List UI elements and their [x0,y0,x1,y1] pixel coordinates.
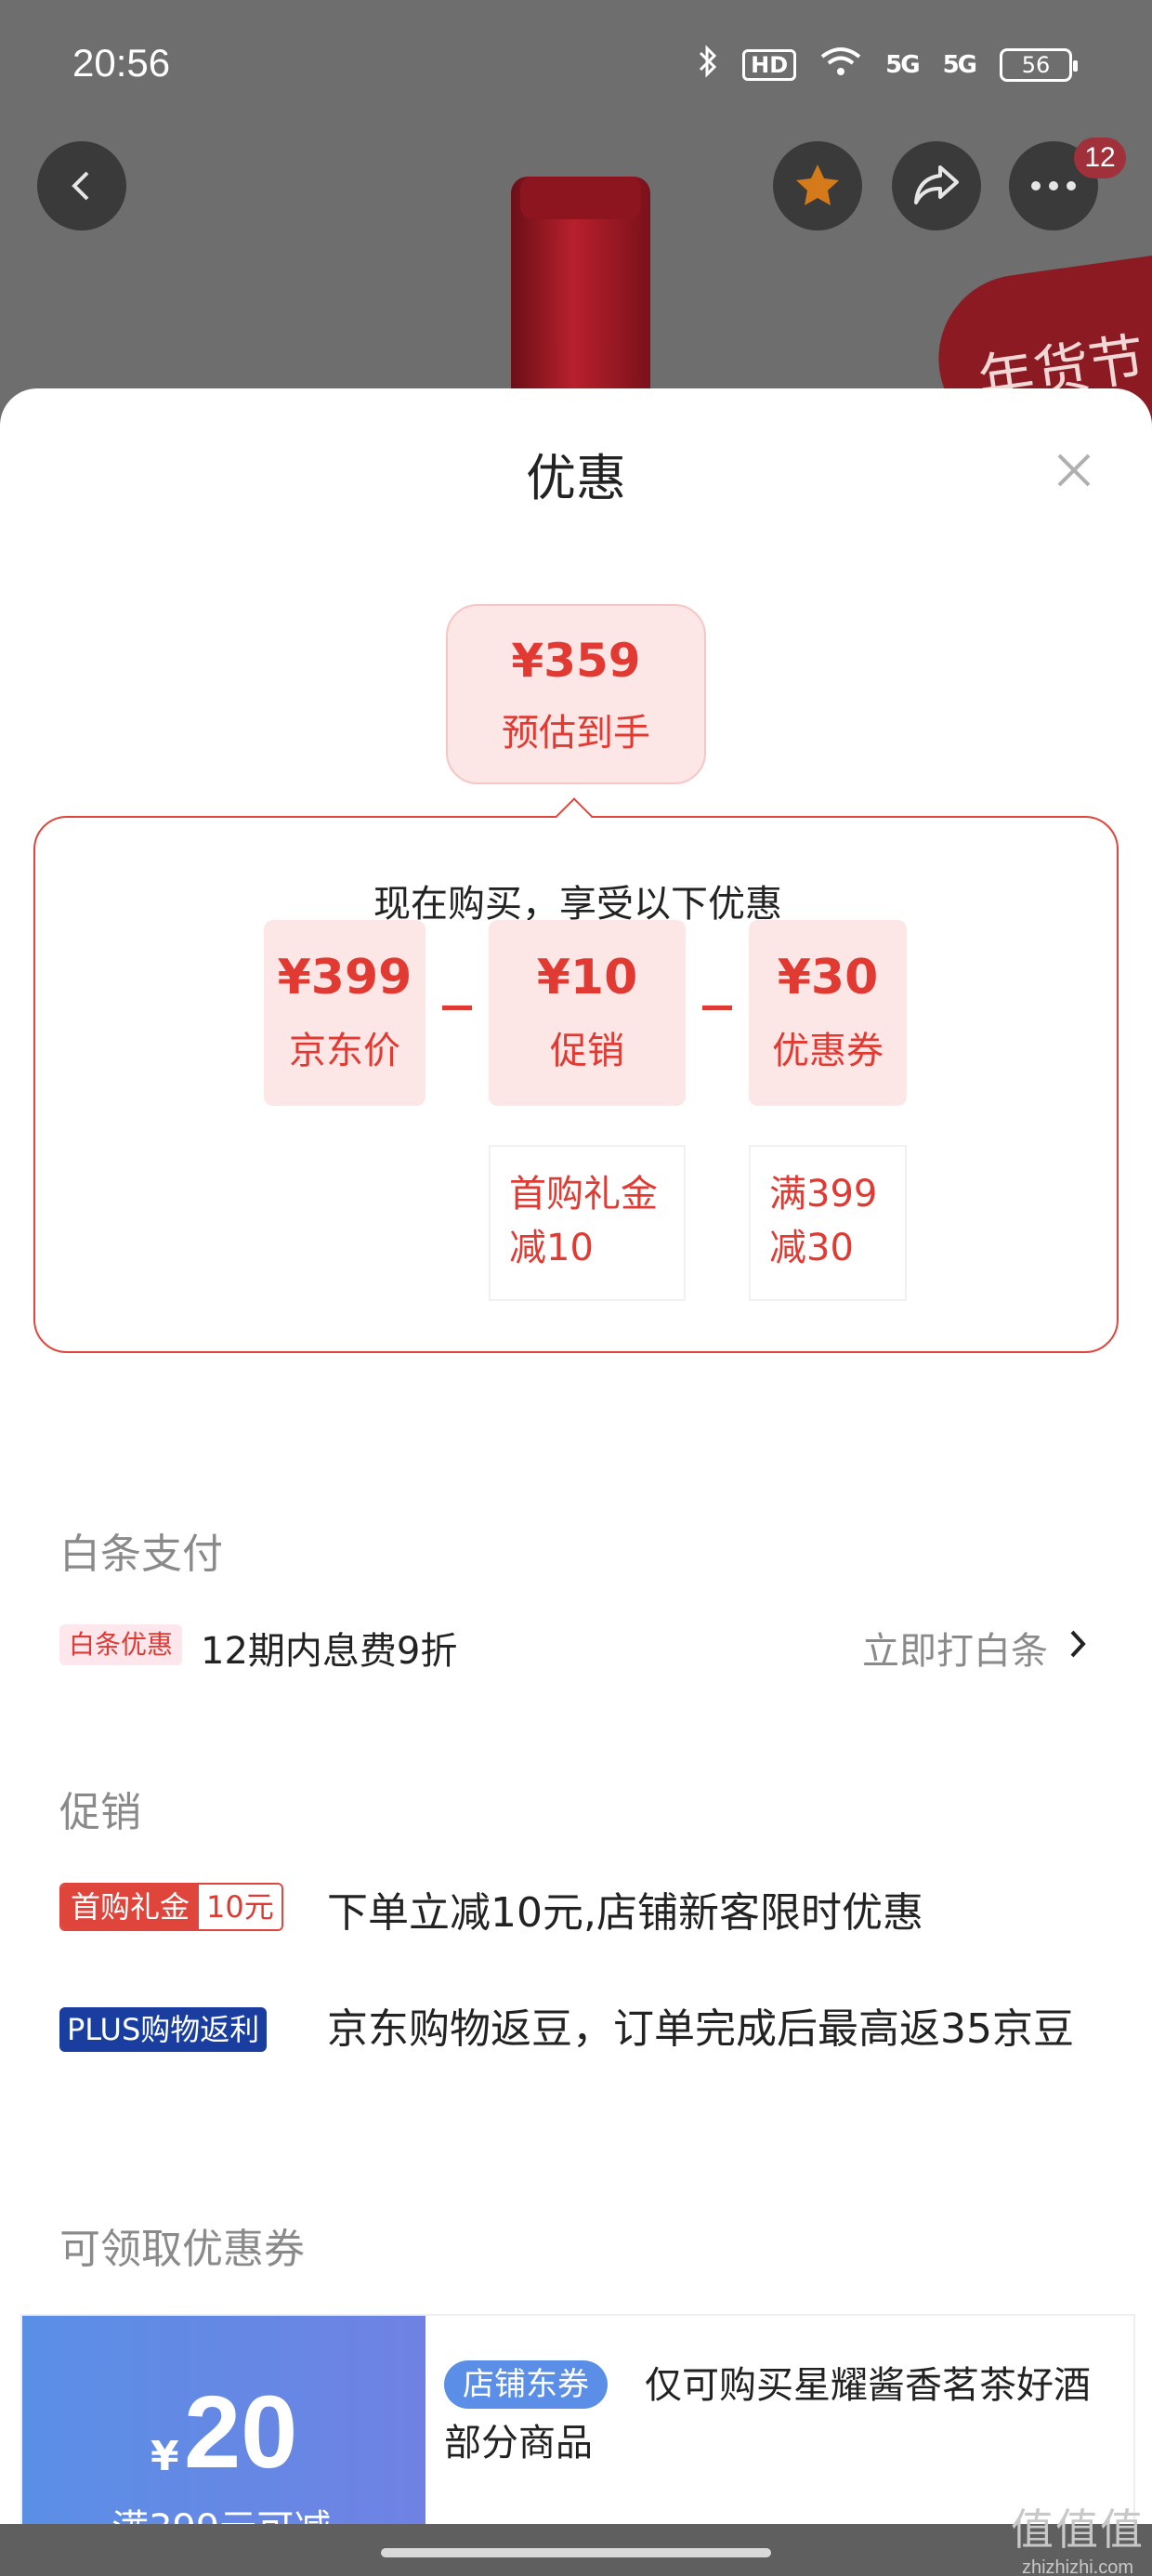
watermark: 值值值 zhizhizhi.com [1011,2496,1145,2576]
promotion-label: 促销 [550,1030,624,1072]
minus-sign-2 [702,1005,732,1010]
status-icons: HD 5G 5G 56 [698,45,1078,85]
coupon-currency: ¥ [151,2433,179,2480]
coupon-label: 优惠券 [772,1030,884,1072]
coupon-detail: 满399 减30 [749,1145,907,1301]
watermark-url: zhizhizhi.com [1021,2557,1134,2576]
status-time: 20:56 [72,41,171,85]
chevron-right-icon [1068,1626,1087,1669]
baitiao-tag: 白条优惠 [59,1624,183,1665]
estimated-price-card: ¥359 预估到手 [446,604,706,784]
status-bar: 20:56 HD 5G 5G 56 [0,0,1152,130]
favorite-button[interactable] [773,141,862,230]
plus-rebate-tag: PLUS购物返利 [59,2007,268,2052]
first-purchase-text: 下单立减10元,店铺新客限时优惠 [327,1889,923,1937]
promotion-detail: 首购礼金 减10 [489,1145,686,1301]
coupon-cell: ¥30 优惠券 [749,920,907,1106]
chevron-left-icon [72,171,89,201]
first-purchase-tag: 首购礼金 10元 [59,1883,283,1931]
discount-sheet: 优惠 ¥359 预估到手 现在购买，享受以下优惠 ¥399 京东价 ¥10 促销… [0,388,1152,2576]
watermark-logo-text: 值值值 [1011,2504,1145,2555]
hd-voice-icon: HD [742,49,797,81]
battery-icon: 56 [1000,48,1078,82]
wifi-icon [820,46,861,85]
jd-price-amount: ¥399 [277,950,412,1005]
promotion-cell: ¥10 促销 [489,920,686,1106]
close-icon [1057,453,1091,487]
coupon-detail-line2: 减30 [769,1227,854,1269]
promotion-section-title: 促销 [59,1789,141,1836]
sheet-title: 优惠 [526,449,626,507]
more-dots-icon [1031,181,1076,191]
coupon-detail-line1: 满399 [769,1173,878,1216]
first-purchase-tag-value: 10元 [199,1885,281,1929]
product-image-cap [520,177,641,219]
baitiao-section-title: 白条支付 [59,1531,223,1578]
jd-price-cell: ¥399 京东价 [264,920,425,1106]
baitiao-offer-text: 12期内息费9折 [201,1630,458,1673]
notification-count-badge: 12 [1074,138,1126,178]
coupon-section-title: 可领取优惠券 [59,2226,305,2273]
promotion-amount: ¥10 [536,950,638,1005]
coupon-amount: ¥30 [777,950,879,1005]
estimated-price: ¥359 [511,634,641,688]
minus-sign [442,1005,472,1010]
estimated-price-label: 预估到手 [502,712,650,755]
baitiao-link-label: 立即打白条 [862,1630,1048,1673]
coupon-value: 20 [184,2375,298,2490]
jd-price-label: 京东价 [289,1030,400,1072]
first-purchase-tag-label: 首购礼金 [61,1885,200,1929]
signal-5g-icon-2: 5G [942,51,977,79]
share-button[interactable] [892,141,981,230]
close-button[interactable] [1048,444,1100,496]
star-icon [796,164,839,205]
home-gesture-bar[interactable] [381,2548,771,2557]
promotion-detail-line2: 减10 [509,1227,594,1269]
signal-5g-icon: 5G [885,51,920,79]
plus-rebate-text: 京东购物返豆，订单完成后最高返35京豆 [327,2005,1074,2053]
back-button[interactable] [37,141,126,230]
bluetooth-icon [698,45,718,85]
share-icon [914,165,959,204]
promotion-detail-line1: 首购礼金 [509,1173,658,1216]
coupon-type-tag: 店铺东券 [444,2360,608,2409]
baitiao-open-link[interactable]: 立即打白条 [862,1621,1087,1675]
